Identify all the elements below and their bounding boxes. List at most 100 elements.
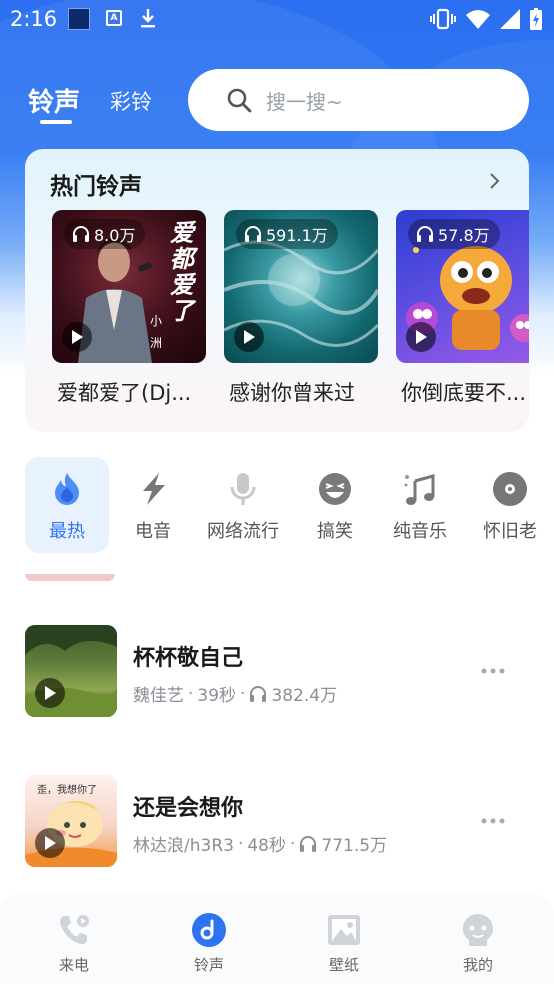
tab-color-ringtone[interactable]: 彩铃 (110, 86, 152, 116)
play-count-badge: 57.8万 (408, 219, 500, 249)
battery-icon (530, 8, 542, 30)
list-item-partial (25, 574, 115, 581)
nav-item-profile[interactable]: 我的 (438, 912, 518, 975)
category-label: 纯音乐 (393, 521, 447, 542)
status-time: 2:16 (10, 7, 58, 31)
category-hot[interactable]: 最热 (25, 457, 109, 553)
category-label: 最热 (49, 521, 85, 542)
hot-item-name: 你倒底要不... (401, 381, 527, 405)
more-icon[interactable] (481, 667, 505, 675)
play-icon (45, 686, 56, 700)
nav-label: 来电 (58, 956, 89, 974)
category-nostalgic[interactable]: 怀旧老 (468, 457, 552, 553)
bottom-navigation: 来电 铃声 壁纸 我的 (0, 898, 554, 984)
more-icon[interactable] (481, 817, 505, 825)
category-label: 电音 (135, 521, 171, 542)
music-note-icon (400, 469, 440, 509)
song-title: 杯杯敬自己 (133, 646, 244, 671)
nav-item-ringtone[interactable]: 铃声 (169, 912, 249, 975)
headphones-icon (417, 226, 433, 242)
category-pure-music[interactable]: 纯音乐 (378, 457, 462, 553)
headphones-icon (73, 226, 89, 242)
play-count-badge: 8.0万 (64, 219, 146, 249)
profile-face-icon (460, 912, 496, 948)
list-item[interactable]: 杯杯敬自己 魏佳艺 · 39秒 · 382.4万 (25, 625, 529, 717)
play-count: 57.8万 (438, 226, 490, 245)
separator: · (188, 683, 194, 704)
song-artist: 林达浪/h3R3 (133, 836, 234, 856)
play-button[interactable] (62, 322, 92, 352)
tab-ringtone[interactable]: 铃声 (28, 82, 80, 119)
nav-label: 壁纸 (328, 956, 359, 974)
flame-icon (47, 469, 87, 509)
phone-icon (56, 912, 92, 948)
hot-ringtones-card: 热门铃声 爱 都 爱 了 小 洲 8.0万 爱都爱了(Dj... 591.1万 … (25, 149, 529, 432)
separator: · (290, 833, 296, 854)
hot-item[interactable]: 591.1万 感谢你曾来过 (224, 210, 378, 405)
cover-text: 爱 (170, 218, 194, 247)
category-label: 网络流行 (207, 521, 279, 542)
music-disc-icon (191, 912, 227, 948)
list-item[interactable]: 歪，我想你了 还是会想你 林达浪/h3R3 · 48秒 · 771.5万 (25, 775, 529, 867)
status-bar: 2:16 A (0, 0, 554, 40)
category-label: 搞笑 (317, 521, 353, 542)
hot-item-cover: 591.1万 (224, 210, 378, 363)
download-icon (141, 9, 155, 28)
active-tab-indicator (40, 120, 72, 124)
category-electronic[interactable]: 电音 (111, 457, 195, 553)
category-label: 怀旧老 (483, 521, 537, 542)
category-internet-pop[interactable]: 网络流行 (197, 457, 289, 553)
play-button[interactable] (234, 322, 264, 352)
wifi-icon (466, 10, 490, 29)
nav-label: 铃声 (193, 956, 224, 974)
category-funny[interactable]: 搞笑 (293, 457, 377, 553)
song-meta: 魏佳艺 · 39秒 · 382.4万 (133, 681, 338, 707)
cover-small-text: 小 (150, 314, 163, 328)
hot-item[interactable]: 57.8万 你倒底要不... (396, 210, 529, 405)
song-duration: 48秒 (247, 836, 286, 856)
play-count: 8.0万 (94, 226, 136, 245)
hot-item[interactable]: 爱 都 爱 了 小 洲 8.0万 爱都爱了(Dj... (52, 210, 206, 405)
cover-text: 爱 (170, 270, 194, 299)
play-icon (72, 330, 83, 344)
song-artist: 魏佳艺 (133, 686, 184, 706)
image-icon (326, 912, 362, 948)
notification-square-icon (68, 8, 90, 30)
notification-a-icon: A (106, 10, 122, 26)
separator: · (240, 683, 246, 704)
play-button[interactable] (35, 678, 65, 708)
song-plays: 382.4万 (271, 686, 338, 706)
play-button[interactable] (406, 322, 436, 352)
song-duration: 39秒 (197, 686, 237, 706)
song-cover (25, 625, 117, 717)
play-count-badge: 591.1万 (236, 219, 338, 249)
laughing-face-icon (315, 469, 355, 509)
hot-item-name: 感谢你曾来过 (229, 381, 355, 405)
search-icon (227, 88, 252, 113)
chevron-right-icon[interactable] (487, 171, 503, 191)
song-title: 还是会想你 (133, 796, 244, 821)
play-count: 591.1万 (266, 226, 328, 245)
vibrate-icon (430, 8, 456, 30)
song-meta: 林达浪/h3R3 · 48秒 · 771.5万 (133, 831, 388, 857)
hot-item-cover: 爱 都 爱 了 小 洲 8.0万 (52, 210, 206, 363)
play-icon (45, 836, 56, 850)
nav-label: 我的 (462, 956, 493, 974)
play-icon (244, 330, 255, 344)
separator: · (237, 833, 244, 854)
play-button[interactable] (35, 828, 65, 858)
vinyl-disc-icon (490, 469, 530, 509)
cell-signal-icon (500, 9, 520, 29)
hot-item-cover: 57.8万 (396, 210, 529, 363)
nav-item-call[interactable]: 来电 (34, 912, 114, 975)
song-plays: 771.5万 (321, 836, 388, 856)
headphones-icon (300, 835, 317, 852)
cover-small-text: 洲 (150, 336, 163, 350)
section-title: 热门铃声 (50, 174, 142, 200)
microphone-icon (223, 469, 263, 509)
song-cover: 歪，我想你了 (25, 775, 117, 867)
headphones-icon (250, 685, 267, 702)
search-placeholder: 搜一搜~ (266, 90, 343, 114)
nav-item-wallpaper[interactable]: 壁纸 (304, 912, 384, 975)
search-input[interactable]: 搜一搜~ (188, 69, 529, 131)
